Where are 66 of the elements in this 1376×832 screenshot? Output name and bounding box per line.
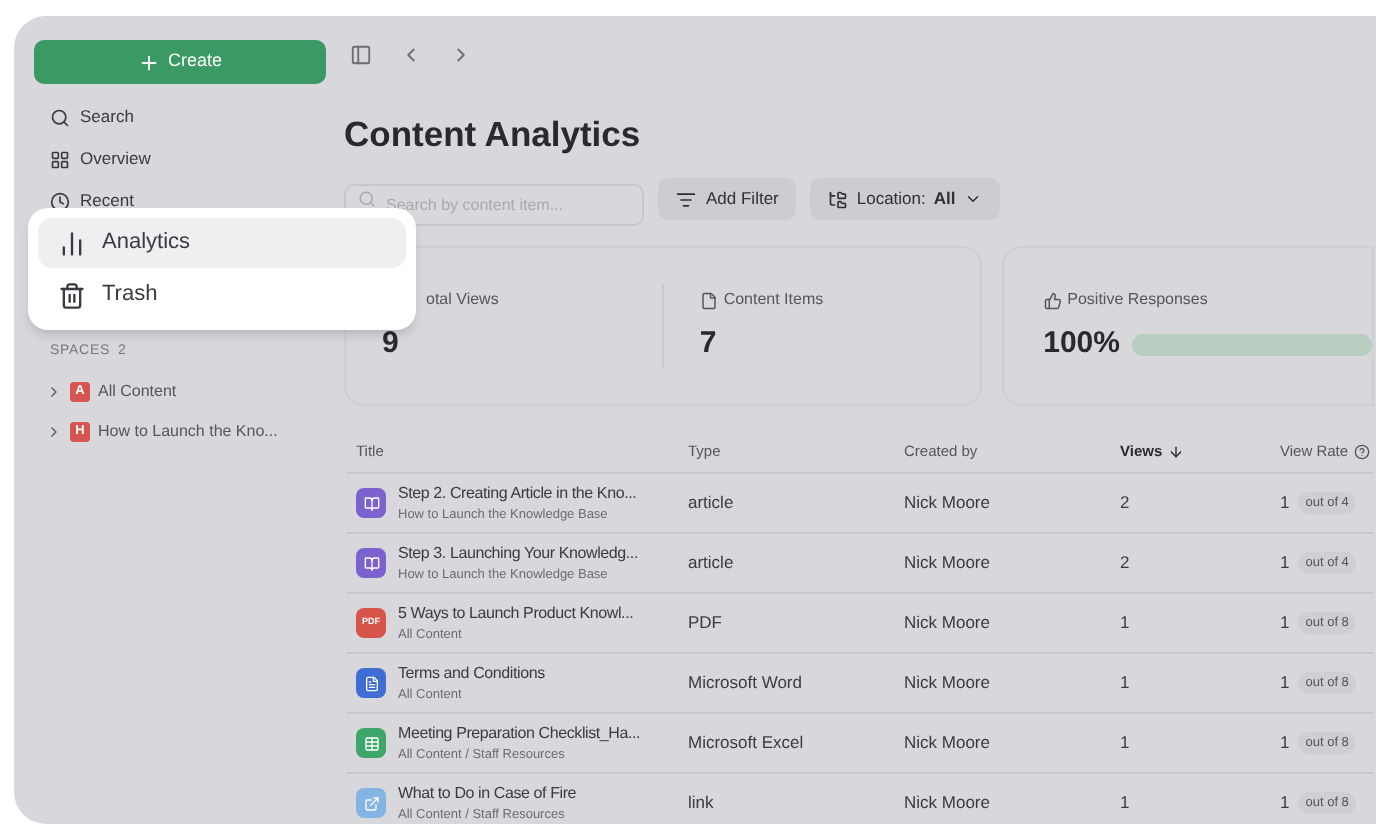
table-cell-text: Nick Moore	[904, 730, 992, 757]
file-type-icon	[356, 728, 386, 759]
sidebar-item[interactable]: Recent	[34, 180, 314, 222]
content-title[interactable]: What to Do in Case of Fire	[398, 781, 577, 804]
table-cell: 1	[1280, 670, 1290, 697]
sidebar-item[interactable]: Overview	[34, 138, 314, 180]
stat-value: 100%	[1043, 328, 1120, 361]
add-filter-button[interactable]: Add Filter	[658, 178, 797, 221]
table-cell-text: link	[688, 790, 716, 817]
chevron-icon	[46, 423, 62, 439]
chevron-icon	[46, 383, 62, 399]
table-cell-text: 1	[1120, 790, 1132, 817]
grid-icon	[50, 149, 70, 169]
table-cell: 1	[1280, 550, 1290, 577]
content-title[interactable]: Meeting Preparation Checklist_Ha...	[398, 721, 641, 744]
sidebar-item[interactable]: Search	[34, 96, 314, 138]
content-title[interactable]: Step 2. Creating Article in the Kno...	[398, 481, 637, 504]
file-type-icon	[356, 488, 386, 519]
table-cell-text: 2	[1120, 490, 1132, 517]
menu-item[interactable]: Trash	[38, 270, 406, 320]
search-icon	[50, 107, 70, 127]
table-cell-text: article	[688, 490, 736, 517]
content-title[interactable]: Terms and Conditions	[398, 661, 545, 684]
trash-icon	[58, 281, 86, 309]
menu-item[interactable]: Analytics	[38, 218, 406, 268]
table-cell-text: Microsoft Excel	[688, 730, 806, 757]
table-cell-text: Nick Moore	[904, 670, 992, 697]
page-title: Content Analytics	[344, 112, 643, 158]
stat-label: otal Views	[426, 288, 499, 313]
table-cell: 1	[1280, 490, 1290, 517]
table-cell-text: 1	[1120, 610, 1132, 637]
table-cell-text: 1	[1120, 730, 1132, 757]
filter-icon	[676, 189, 696, 210]
table-cell-text: Microsoft Word	[688, 670, 804, 697]
help-icon	[1354, 443, 1371, 460]
sidebar-toggle-icon[interactable]	[350, 44, 372, 66]
file-type-icon	[356, 668, 386, 699]
file-type-icon	[356, 548, 386, 579]
stat-label: Positive Responses	[1067, 288, 1208, 313]
clock-icon	[50, 191, 70, 211]
search-icon	[358, 190, 376, 209]
table-cell: 1	[1280, 730, 1290, 757]
stat-label: Content Items	[723, 288, 824, 313]
table-cell: 1	[1280, 790, 1290, 817]
file-type-icon	[356, 788, 386, 819]
table-cell-text: Nick Moore	[904, 790, 992, 817]
create-button[interactable]: Create	[34, 40, 326, 84]
table-cell-text: article	[688, 550, 736, 577]
stat-value: 9	[382, 328, 401, 361]
table-cell: 1	[1280, 610, 1290, 637]
file-icon	[699, 291, 718, 310]
table-cell-text: 2	[1120, 550, 1132, 577]
sort-arrow-icon	[1168, 443, 1185, 460]
plus-icon	[137, 51, 160, 73]
tree-icon	[828, 189, 849, 210]
table-cell-text: Nick Moore	[904, 490, 992, 517]
location-dropdown[interactable]: Location: All	[810, 178, 1000, 221]
bar-chart-icon	[58, 229, 86, 257]
table-cell-text: 1	[1120, 670, 1132, 697]
table-cell-text: Nick Moore	[904, 610, 992, 637]
content-title[interactable]: Step 3. Launching Your Knowledg...	[398, 541, 638, 564]
stat-value: 7	[699, 328, 719, 361]
content-title[interactable]: 5 Ways to Launch Product Knowl...	[398, 601, 634, 624]
table-cell-text: Nick Moore	[904, 550, 992, 577]
thumbs-up-icon	[1043, 291, 1062, 310]
table-cell-text: PDF	[688, 610, 724, 637]
